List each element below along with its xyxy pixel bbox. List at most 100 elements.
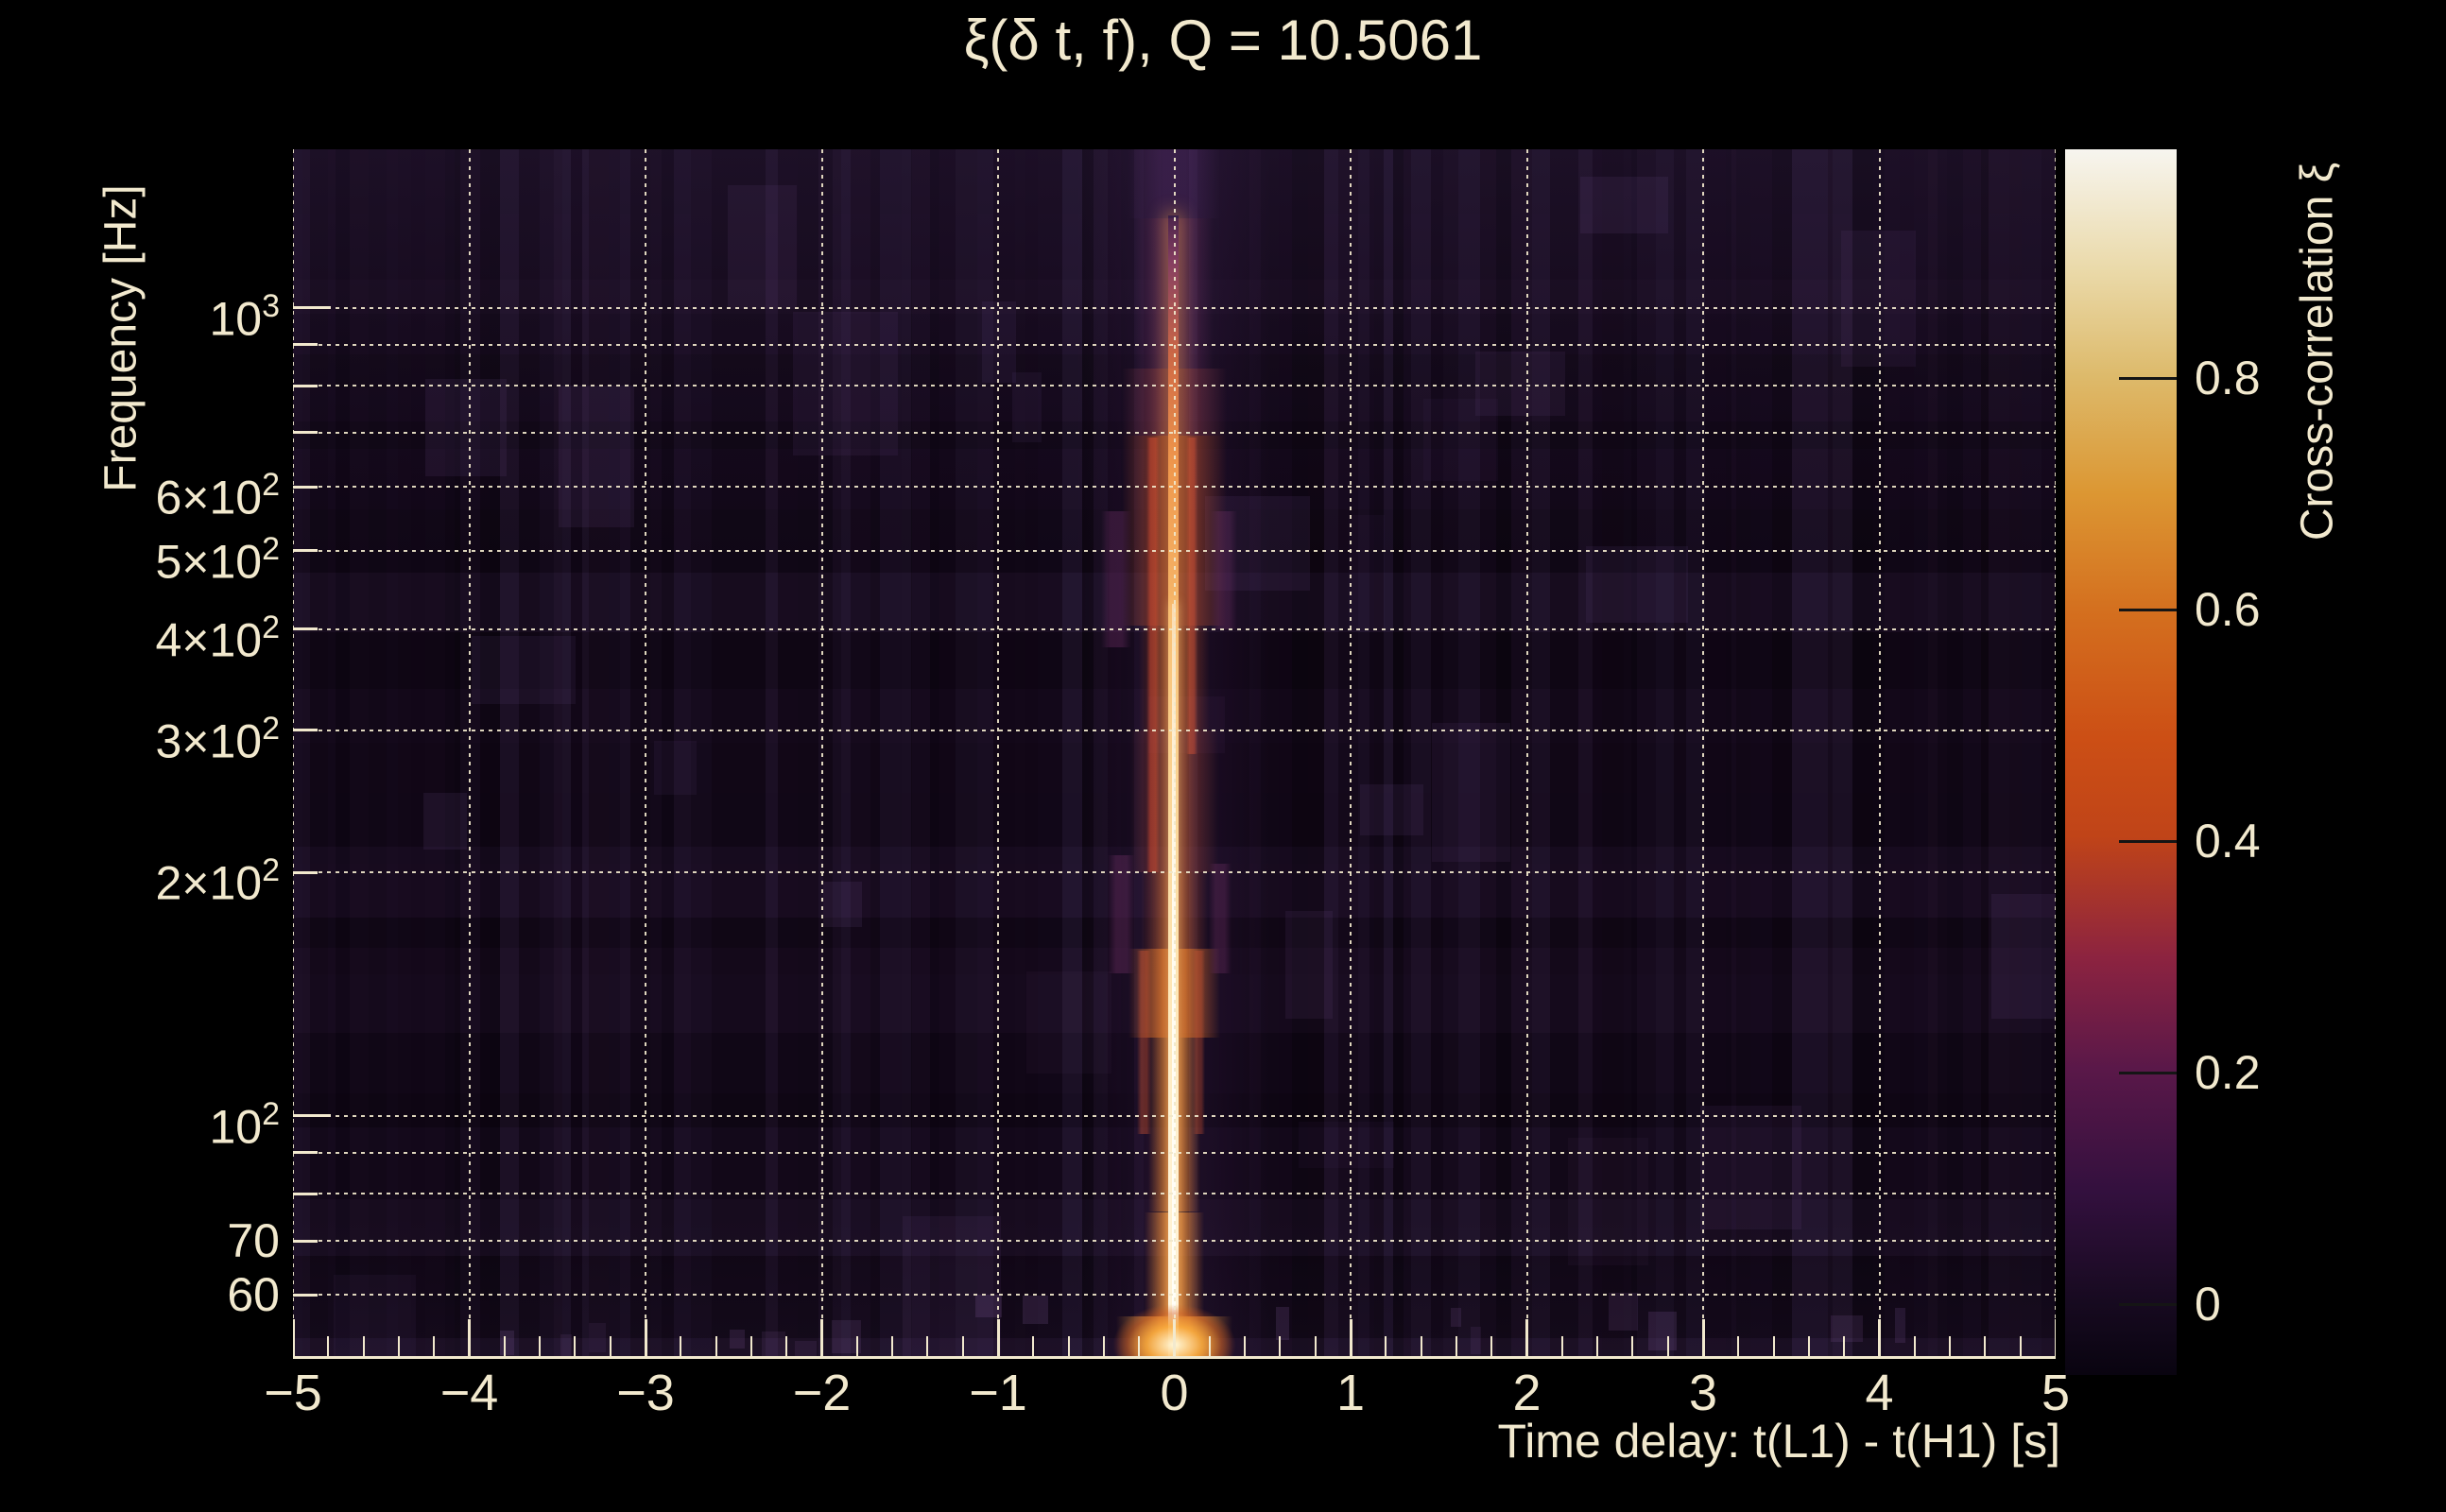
y-tick bbox=[293, 343, 318, 347]
x-major-tick bbox=[1701, 1319, 1705, 1359]
y-tick-label: 60 bbox=[227, 1268, 280, 1322]
heatmap-plot-area bbox=[293, 149, 2056, 1359]
y-tick-exponent: 2 bbox=[262, 710, 280, 747]
gridline-x bbox=[645, 149, 646, 1359]
gridline-y bbox=[293, 627, 2056, 630]
x-tick-label: −3 bbox=[616, 1365, 675, 1421]
y-tick-exponent: 3 bbox=[262, 287, 280, 324]
gridline-x bbox=[1878, 149, 1881, 1359]
gridline-x bbox=[2055, 149, 2056, 1359]
y-tick bbox=[293, 729, 318, 732]
gridline-y bbox=[293, 729, 2056, 731]
y-tick-label: 6×102 bbox=[155, 467, 280, 524]
x-tick-label: 2 bbox=[1512, 1365, 1542, 1421]
y-tick bbox=[293, 870, 318, 874]
colorbar bbox=[2065, 149, 2177, 1375]
x-tick-label: 4 bbox=[1865, 1365, 1894, 1421]
gridline-y bbox=[293, 431, 2056, 434]
colorbar-tick bbox=[2119, 376, 2177, 380]
gridline-x bbox=[1702, 149, 1704, 1359]
gridline-x bbox=[1173, 149, 1176, 1359]
y-tick bbox=[293, 549, 318, 553]
x-major-tick bbox=[1349, 1319, 1352, 1359]
y-tick-exponent: 2 bbox=[262, 1095, 280, 1132]
x-major-tick bbox=[1878, 1319, 1881, 1359]
colorbar-tick-label: 0.6 bbox=[2195, 583, 2261, 636]
x-tick-label: 5 bbox=[2041, 1365, 2071, 1421]
y-tick-label: 5×102 bbox=[155, 530, 280, 589]
x-tick-label: 0 bbox=[1160, 1365, 1189, 1421]
x-major-tick bbox=[1173, 1319, 1176, 1359]
gridline-y bbox=[293, 1114, 2056, 1117]
ridge-side-lobe bbox=[1100, 510, 1131, 647]
gridline-y bbox=[293, 549, 2056, 552]
y-tick-exponent: 2 bbox=[262, 852, 280, 889]
y-tick bbox=[293, 1293, 318, 1297]
y-tick-label: 4×102 bbox=[155, 609, 280, 667]
y-tick bbox=[293, 384, 318, 387]
ridge-side-lobe bbox=[1208, 864, 1232, 974]
x-axis-line bbox=[293, 1356, 2056, 1359]
colorbar-tick bbox=[2119, 1302, 2177, 1306]
gridline-y bbox=[293, 486, 2056, 489]
colorbar-tick-label: 0.4 bbox=[2195, 815, 2261, 868]
gridline-y bbox=[293, 385, 2056, 387]
y-tick bbox=[293, 1239, 318, 1243]
y-tick-exponent: 2 bbox=[262, 467, 280, 504]
ridge-side-lobe bbox=[1137, 951, 1152, 1134]
x-axis-title: Time delay: t(L1) - t(H1) [s] bbox=[1497, 1415, 2060, 1468]
gridline-x bbox=[468, 149, 471, 1359]
ridge-side-lobe bbox=[1146, 438, 1160, 873]
y-tick-label: 103 bbox=[209, 287, 280, 346]
chart-title: ξ(δ t, f), Q = 10.5061 bbox=[963, 9, 1483, 72]
x-major-tick bbox=[293, 1319, 295, 1359]
gridline-y bbox=[293, 1240, 2056, 1243]
x-major-tick bbox=[644, 1319, 647, 1359]
y-axis-title: Frequency [Hz] bbox=[95, 184, 146, 492]
y-tick-label: 102 bbox=[209, 1095, 280, 1154]
y-tick-label: 2×102 bbox=[155, 852, 280, 910]
y-tick-label: 3×102 bbox=[155, 710, 280, 768]
y-tick bbox=[293, 431, 318, 435]
gridline-y bbox=[293, 306, 2056, 309]
colorbar-tick-label: 0.2 bbox=[2195, 1046, 2261, 1099]
colorbar-tick bbox=[2119, 608, 2177, 611]
ridge-side-lobe bbox=[1192, 951, 1206, 1134]
gridline-y bbox=[293, 343, 2056, 346]
figure-canvas: ξ(δ t, f), Q = 10.5061 Frequency [Hz] Ti… bbox=[0, 0, 2446, 1512]
y-tick bbox=[293, 1192, 318, 1195]
x-major-tick bbox=[820, 1319, 823, 1359]
gridline-y bbox=[293, 871, 2056, 874]
x-tick-label: 3 bbox=[1688, 1365, 1718, 1421]
gridline-x bbox=[1525, 149, 1528, 1359]
gridline-y bbox=[293, 1151, 2056, 1154]
gridline-y bbox=[293, 1193, 2056, 1195]
colorbar-tick bbox=[2119, 839, 2177, 843]
colorbar-title: Cross-correlation ξ bbox=[2292, 162, 2343, 541]
gridline-x bbox=[997, 149, 999, 1359]
gridline-x bbox=[1350, 149, 1352, 1359]
y-tick-label: 70 bbox=[227, 1214, 280, 1268]
y-tick bbox=[293, 485, 318, 489]
x-tick-label: −2 bbox=[792, 1365, 852, 1421]
ridge-side-lobe bbox=[1210, 510, 1237, 629]
y-tick bbox=[293, 1151, 318, 1155]
y-tick bbox=[293, 306, 331, 309]
x-tick-label: −4 bbox=[439, 1365, 499, 1421]
x-tick-label: −1 bbox=[969, 1365, 1027, 1421]
colorbar-tick bbox=[2119, 1071, 2177, 1074]
x-major-tick bbox=[468, 1319, 471, 1359]
x-tick-label: 1 bbox=[1335, 1365, 1366, 1421]
x-tick-label: −5 bbox=[264, 1365, 322, 1421]
gridline-x bbox=[293, 149, 294, 1359]
x-major-tick bbox=[1525, 1319, 1528, 1359]
x-major-tick bbox=[996, 1319, 1000, 1359]
y-tick-exponent: 2 bbox=[262, 609, 280, 645]
x-major-tick bbox=[2054, 1319, 2056, 1359]
y-tick-exponent: 2 bbox=[262, 530, 280, 567]
colorbar-tick-label: 0 bbox=[2195, 1278, 2221, 1331]
y-tick bbox=[293, 1114, 331, 1118]
y-tick bbox=[293, 627, 318, 631]
gridline-x bbox=[820, 149, 823, 1359]
gridline-y bbox=[293, 1294, 2056, 1297]
